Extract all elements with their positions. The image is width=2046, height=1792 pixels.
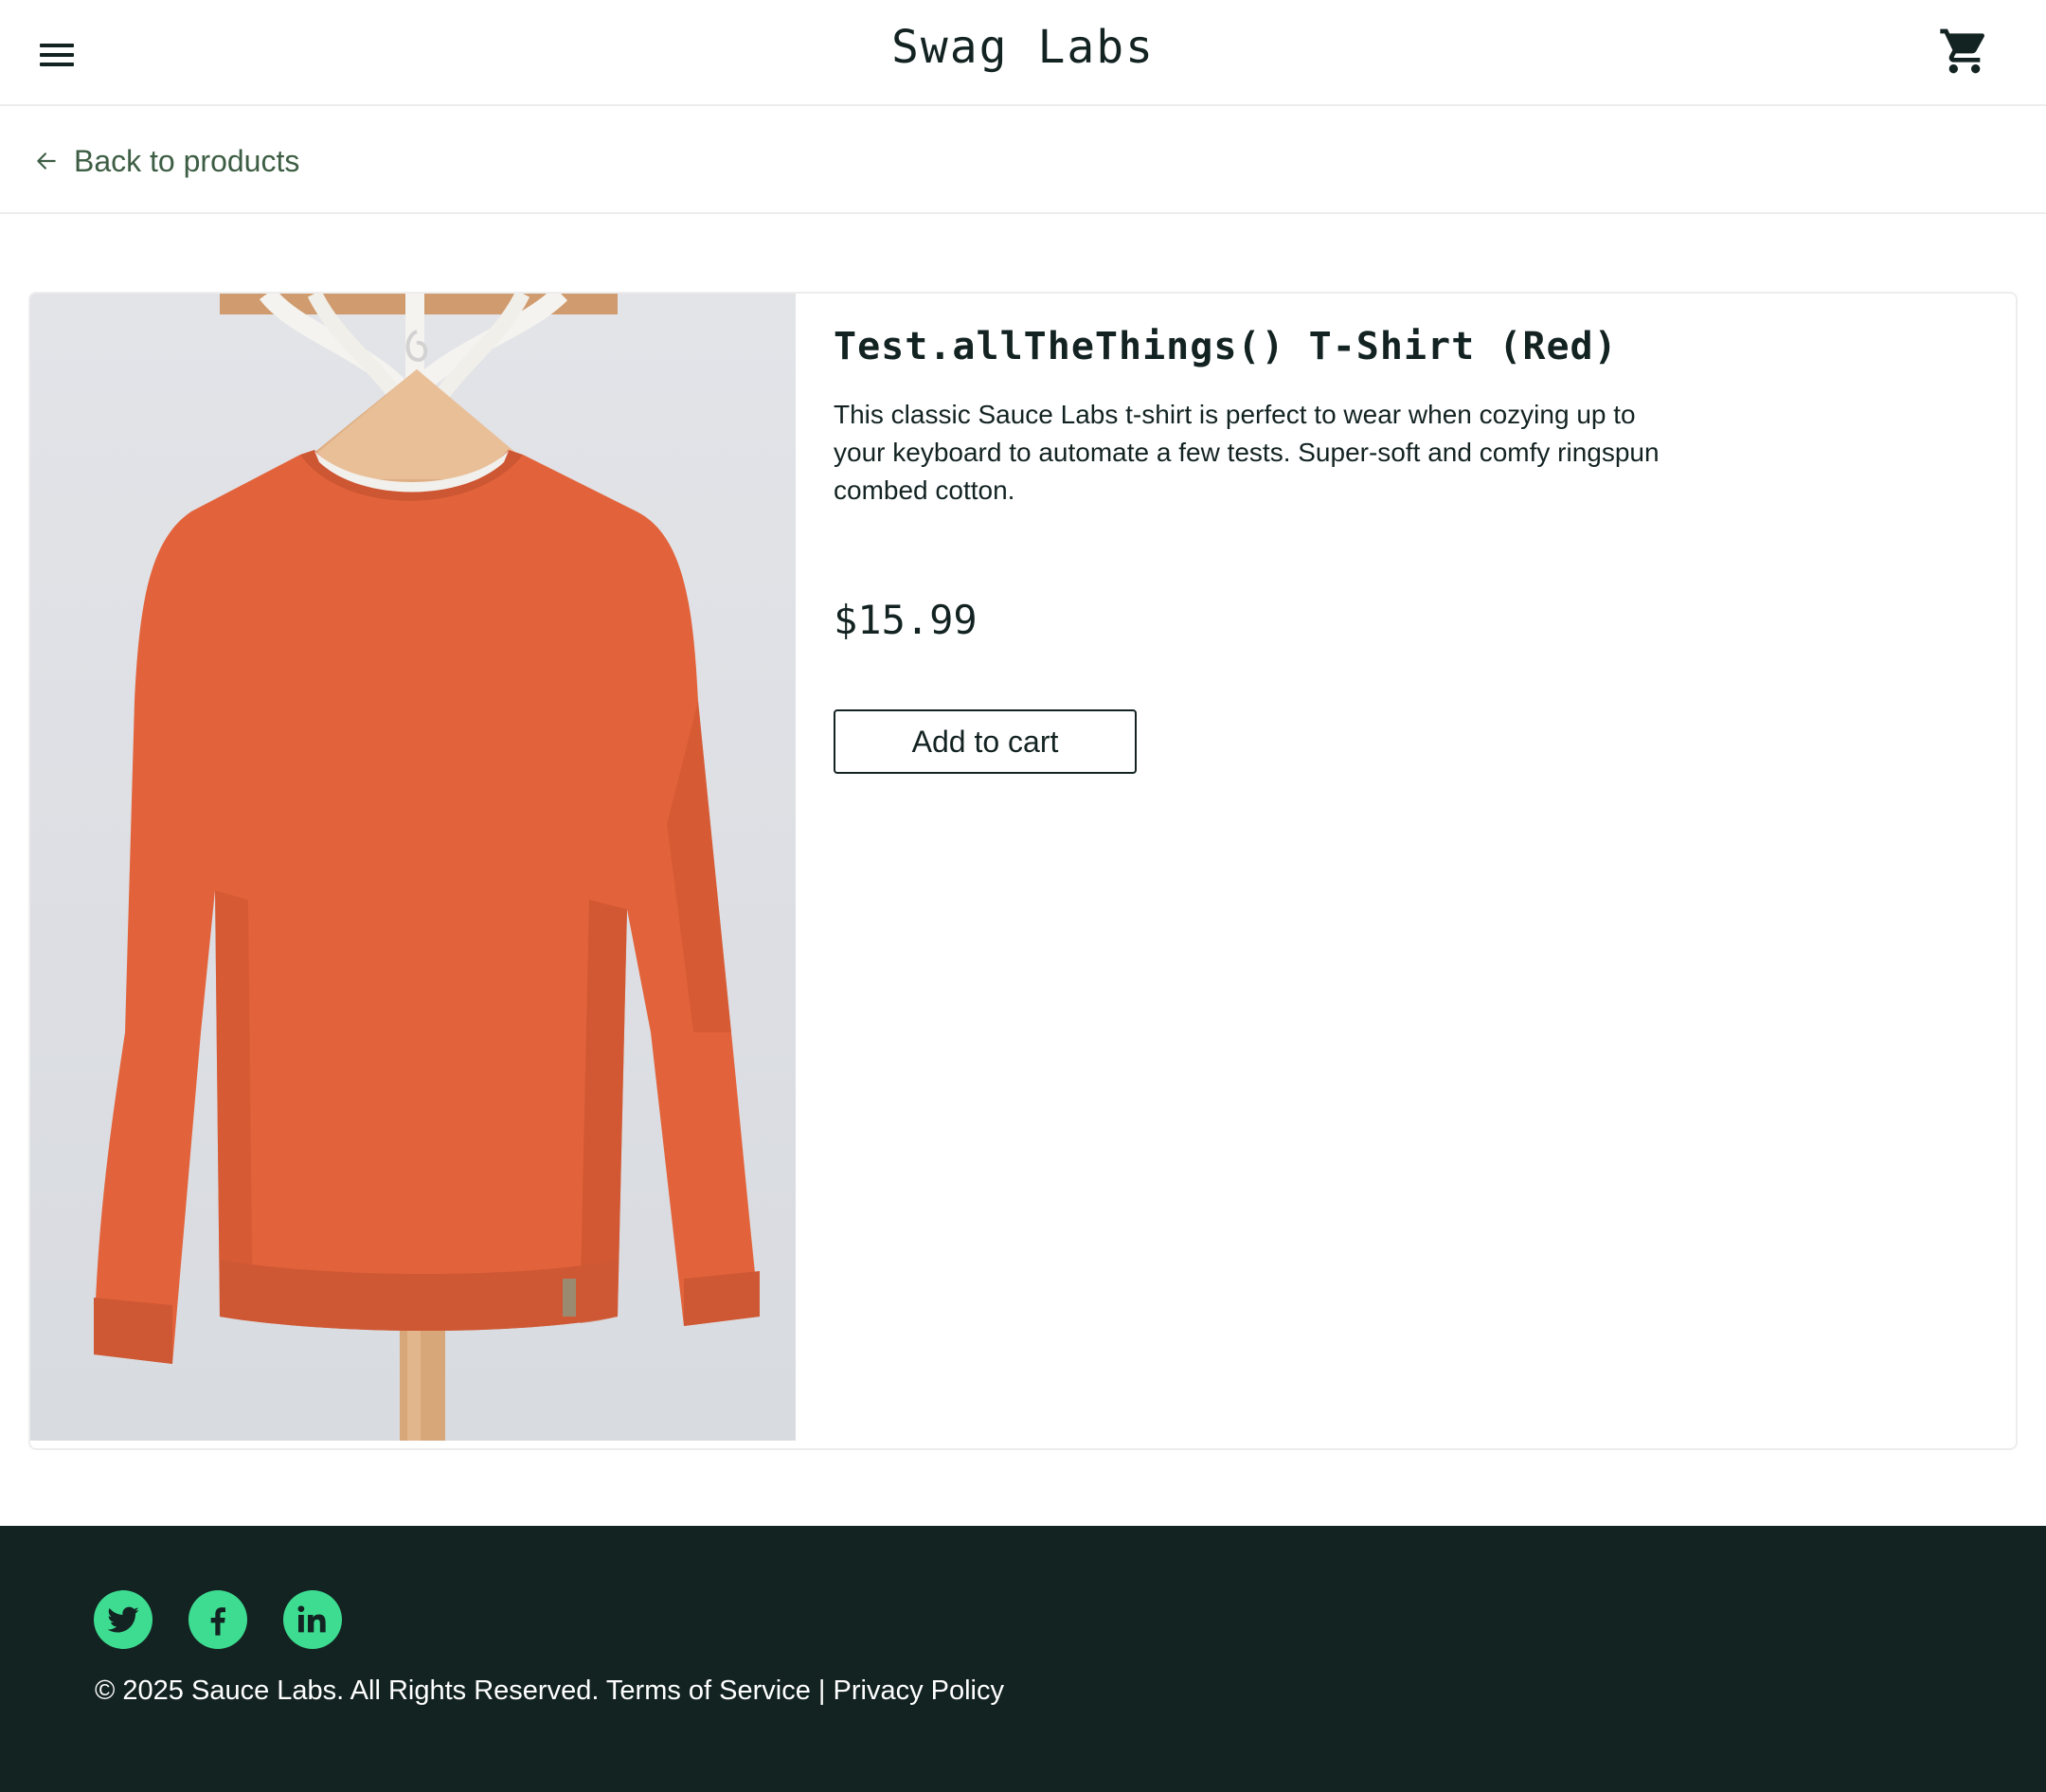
footer: © 2025 Sauce Labs. All Rights Reserved. … bbox=[0, 1526, 2046, 1792]
linkedin-link[interactable] bbox=[283, 1590, 342, 1649]
twitter-icon bbox=[107, 1606, 139, 1633]
product-price: $15.99 bbox=[834, 597, 978, 643]
linkedin-icon bbox=[297, 1605, 326, 1633]
shopping-cart-icon bbox=[1940, 28, 1985, 74]
product-image bbox=[30, 294, 796, 1441]
product-details: Test.allTheThings() T-Shirt (Red) This c… bbox=[834, 322, 1781, 774]
facebook-icon bbox=[210, 1607, 225, 1636]
back-to-products-label: Back to products bbox=[74, 143, 300, 178]
product-description: This classic Sauce Labs t-shirt is perfe… bbox=[834, 400, 1660, 505]
arrow-left-icon bbox=[37, 152, 56, 170]
secondary-header: Back to products bbox=[0, 108, 2046, 214]
red-sweatshirt-image bbox=[94, 294, 760, 1441]
inventory-details-card: Test.allTheThings() T-Shirt (Red) This c… bbox=[28, 292, 2018, 1450]
primary-header: Swag Labs bbox=[0, 0, 2046, 106]
product-name: Test.allTheThings() T-Shirt (Red) bbox=[834, 325, 1618, 368]
facebook-link[interactable] bbox=[188, 1590, 247, 1649]
add-to-cart-button[interactable]: Add to cart bbox=[834, 709, 1137, 774]
menu-button[interactable] bbox=[34, 36, 80, 74]
shopping-cart-link[interactable] bbox=[1938, 25, 1991, 78]
footer-copyright: © 2025 Sauce Labs. All Rights Reserved. … bbox=[95, 1676, 1005, 1706]
back-to-products-button[interactable]: Back to products bbox=[34, 133, 299, 189]
app-logo: Swag Labs bbox=[890, 21, 1156, 74]
twitter-link[interactable] bbox=[94, 1590, 153, 1649]
